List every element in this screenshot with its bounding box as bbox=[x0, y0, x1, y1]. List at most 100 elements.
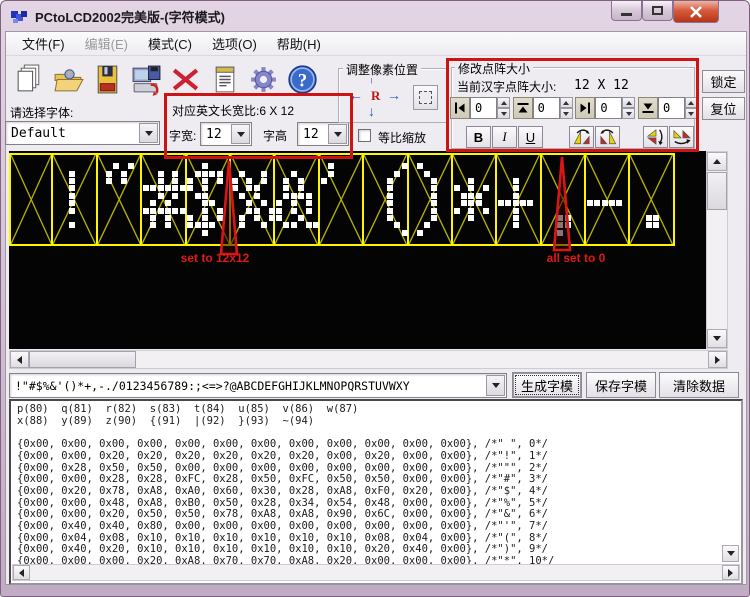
pixel-dot[interactable] bbox=[475, 192, 482, 199]
proportional-scale-checkbox[interactable] bbox=[358, 129, 371, 142]
pad-right-value-field[interactable]: 0 bbox=[595, 97, 623, 119]
pixel-dot[interactable] bbox=[202, 185, 209, 192]
pixel-dot[interactable] bbox=[202, 229, 209, 236]
pixel-dot[interactable] bbox=[68, 170, 75, 177]
pixel-dot[interactable] bbox=[68, 177, 75, 184]
pixel-dot[interactable] bbox=[202, 222, 209, 229]
pixel-dot[interactable] bbox=[239, 170, 246, 177]
pixel-dot[interactable] bbox=[253, 214, 260, 221]
pixel-dot[interactable] bbox=[202, 170, 209, 177]
char-width-dropdown-button[interactable] bbox=[231, 124, 250, 144]
pixel-dot[interactable] bbox=[202, 200, 209, 207]
pixel-dot[interactable] bbox=[305, 200, 312, 207]
font-select-combo[interactable]: Default bbox=[5, 121, 160, 145]
pixel-dot[interactable] bbox=[386, 192, 393, 199]
pad-bottom-button[interactable] bbox=[637, 97, 658, 119]
pixel-dot[interactable] bbox=[150, 200, 157, 207]
pixel-dot[interactable] bbox=[424, 170, 431, 177]
vscroll-thumb[interactable] bbox=[707, 172, 727, 210]
pad-right-button[interactable] bbox=[575, 97, 596, 119]
pixel-dot[interactable] bbox=[165, 185, 172, 192]
pixel-dot[interactable] bbox=[298, 185, 305, 192]
pixel-dot[interactable] bbox=[216, 177, 223, 184]
pixel-dot[interactable] bbox=[261, 222, 268, 229]
toolbar-help-button[interactable]: ? bbox=[283, 58, 321, 100]
pixel-dot[interactable] bbox=[468, 207, 475, 214]
char-cell[interactable] bbox=[408, 155, 453, 244]
pixel-dot[interactable] bbox=[386, 207, 393, 214]
pixel-dot[interactable] bbox=[283, 192, 290, 199]
output-scroll-right-button[interactable] bbox=[722, 565, 739, 580]
move-down-button[interactable]: ↓ bbox=[368, 104, 375, 118]
pixel-dot[interactable] bbox=[290, 192, 297, 199]
pixel-dot[interactable] bbox=[424, 222, 431, 229]
preview-area[interactable]: set to 12x12 all set to 0 bbox=[9, 151, 706, 349]
pixel-dot[interactable] bbox=[127, 163, 134, 170]
pixel-dot[interactable] bbox=[564, 222, 571, 229]
scroll-down-button[interactable] bbox=[707, 329, 727, 348]
pixel-dot[interactable] bbox=[386, 200, 393, 207]
char-cell[interactable] bbox=[142, 155, 187, 244]
generate-font-button[interactable]: 生成字模 bbox=[512, 372, 582, 398]
pixel-dot[interactable] bbox=[290, 200, 297, 207]
pixel-dot[interactable] bbox=[268, 214, 275, 221]
pad-bottom-value-field[interactable]: 0 bbox=[657, 97, 685, 119]
output-vscroll-down-button[interactable] bbox=[722, 545, 739, 562]
preview-vscrollbar[interactable] bbox=[706, 151, 728, 349]
pixel-dot[interactable] bbox=[431, 214, 438, 221]
pixel-dot[interactable] bbox=[216, 214, 223, 221]
pixel-dot[interactable] bbox=[290, 222, 297, 229]
pixel-dot[interactable] bbox=[512, 214, 519, 221]
pixel-dot[interactable] bbox=[431, 185, 438, 192]
pixel-dot[interactable] bbox=[312, 222, 319, 229]
toolbar-save-button[interactable] bbox=[88, 58, 126, 100]
pixel-dot[interactable] bbox=[453, 207, 460, 214]
pixel-dot[interactable] bbox=[187, 185, 194, 192]
pixel-dot[interactable] bbox=[468, 177, 475, 184]
pixel-dot[interactable] bbox=[327, 170, 334, 177]
pixel-dot[interactable] bbox=[239, 222, 246, 229]
pixel-dot[interactable] bbox=[653, 214, 660, 221]
pixel-dot[interactable] bbox=[253, 207, 260, 214]
menu-item-0[interactable]: 文件(F) bbox=[12, 32, 75, 55]
flip-horizontal-button[interactable] bbox=[669, 126, 694, 148]
pixel-dot[interactable] bbox=[505, 200, 512, 207]
font-select-dropdown-button[interactable] bbox=[139, 123, 158, 143]
pixel-dot[interactable] bbox=[187, 214, 194, 221]
pixel-dot[interactable] bbox=[512, 222, 519, 229]
scroll-up-button[interactable] bbox=[707, 152, 727, 171]
close-button[interactable] bbox=[673, 1, 719, 23]
output-hscrollbar[interactable] bbox=[12, 564, 740, 581]
underline-button[interactable]: U bbox=[518, 126, 543, 148]
toolbar-open-file-button[interactable] bbox=[49, 58, 87, 100]
pixel-dot[interactable] bbox=[298, 214, 305, 221]
toolbar-new-file-button[interactable] bbox=[10, 58, 48, 100]
pixel-dot[interactable] bbox=[305, 192, 312, 199]
pixel-dot[interactable] bbox=[512, 177, 519, 184]
pixel-dot[interactable] bbox=[157, 207, 164, 214]
pixel-dot[interactable] bbox=[165, 222, 172, 229]
pixel-dot[interactable] bbox=[483, 207, 490, 214]
pixel-dot[interactable] bbox=[386, 177, 393, 184]
center-pixels-button[interactable] bbox=[413, 85, 438, 110]
reset-button[interactable]: 复位 bbox=[702, 97, 745, 120]
pixel-dot[interactable] bbox=[645, 214, 652, 221]
toolbar-delete-button[interactable] bbox=[166, 58, 204, 100]
hscroll-thumb[interactable] bbox=[29, 351, 136, 368]
char-cell[interactable] bbox=[586, 155, 631, 244]
toolbar-view-code-button[interactable] bbox=[205, 58, 243, 100]
pixel-dot[interactable] bbox=[431, 192, 438, 199]
italic-button[interactable]: I bbox=[492, 126, 517, 148]
pixel-dot[interactable] bbox=[202, 163, 209, 170]
pixel-dot[interactable] bbox=[216, 207, 223, 214]
menu-item-3[interactable]: 选项(O) bbox=[202, 32, 267, 55]
rotate-right-button[interactable] bbox=[595, 126, 620, 148]
pixel-dot[interactable] bbox=[557, 222, 564, 229]
pixel-dot[interactable] bbox=[298, 177, 305, 184]
pixel-dot[interactable] bbox=[557, 214, 564, 221]
pixel-dot[interactable] bbox=[187, 177, 194, 184]
pixel-dot[interactable] bbox=[276, 200, 283, 207]
pixel-dot[interactable] bbox=[276, 207, 283, 214]
pixel-dot[interactable] bbox=[209, 200, 216, 207]
pad-top-stepper[interactable] bbox=[559, 97, 573, 119]
